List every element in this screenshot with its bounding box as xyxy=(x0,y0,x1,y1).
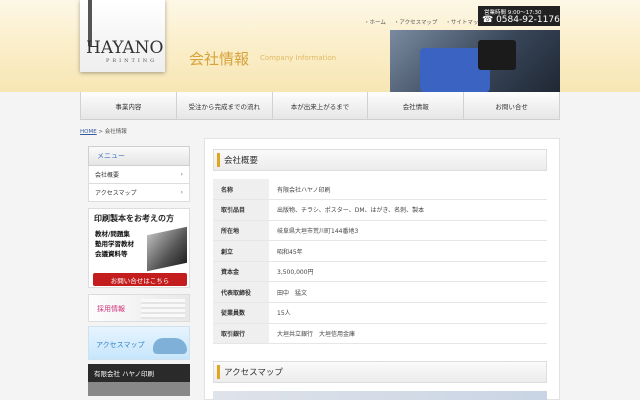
row-label: 代表取締役 xyxy=(213,281,269,304)
chevron-right-icon: › xyxy=(180,189,183,196)
table-row: 創立 昭和45年 xyxy=(213,240,547,262)
company-photo xyxy=(88,382,190,396)
recruit-banner-label: 採用情報 xyxy=(97,305,125,313)
table-row: 資本金 3,500,000円 xyxy=(213,261,547,283)
page-title: 会社情報 xyxy=(189,50,250,68)
breadcrumb: HOME > 会社情報 xyxy=(80,127,127,135)
row-value: 岐阜県大垣市荒川町144番地3 xyxy=(269,220,547,242)
company-name-bar: 有限会社 ハヤノ印刷 xyxy=(88,364,190,382)
book-stack-image xyxy=(147,226,187,272)
row-label: 名称 xyxy=(213,179,269,201)
sidebar-menu-title: メニュー xyxy=(88,146,190,166)
row-value: 昭和45年 xyxy=(269,240,547,262)
table-row: 所在地 岐阜県大垣市荒川町144番地3 xyxy=(213,220,547,242)
main-content: 会社概要 名称 有限会社ハヤノ印刷 取引品目 出版物、チラシ、ポスター、DM、はがき、… xyxy=(204,138,560,400)
recruit-banner[interactable]: 採用情報 xyxy=(88,294,190,322)
row-label: 創立 xyxy=(213,240,269,262)
contact-button[interactable]: お問い合せはこちら xyxy=(93,273,187,286)
nav-item-business[interactable]: 事業内容 xyxy=(80,92,177,119)
nav-item-bookmaking[interactable]: 本が出来上がるまで xyxy=(273,92,369,119)
row-label: 資本金 xyxy=(213,261,269,283)
row-value: 田中 猛文 xyxy=(269,281,547,304)
top-link-access[interactable]: ・アクセスマップ xyxy=(394,18,438,26)
banner-title: 印刷製本をお考えの方 xyxy=(94,213,174,223)
page: HAYANO PRINTING 会社情報 Company Information… xyxy=(0,0,640,400)
section-heading-access: アクセスマップ xyxy=(213,361,547,383)
table-row: 取引銀行 大垣共立銀行 大垣信用金庫 xyxy=(213,323,547,345)
contact-phone-box: 営業時間 9:00〜17:30 ☎ 0584-92-1176 xyxy=(478,6,560,26)
row-label: 取引品目 xyxy=(213,199,269,221)
banner-line: 会議資料等 xyxy=(95,250,128,258)
access-map-banner-label: アクセスマップ xyxy=(96,341,145,349)
sidebar-item-label: 会社概要 xyxy=(95,172,120,179)
banner-line: 教材/問題集 xyxy=(95,230,130,238)
sidebar-item-label: アクセスマップ xyxy=(95,190,137,197)
page-title-en: Company Information xyxy=(260,54,337,62)
breadcrumb-separator: > xyxy=(96,129,105,135)
global-nav: 事業内容 受注から完成までの流れ 本が出来上がるまで 会社情報 お問い合せ xyxy=(80,92,560,120)
printing-inquiry-banner[interactable]: 印刷製本をお考えの方 教材/問題集 塾用学習教材 会議資料等 お問い合せはこちら xyxy=(88,208,190,288)
phone-number: ☎ 0584-92-1176 xyxy=(482,15,560,25)
row-value: 15人 xyxy=(269,302,547,324)
logo-subtext: PRINTING xyxy=(106,58,158,64)
header-photo-panel xyxy=(478,40,516,70)
company-info-table: 名称 有限会社ハヤノ印刷 取引品目 出版物、チラシ、ポスター、DM、はがき、名刺、製本… xyxy=(213,179,547,345)
car-image xyxy=(153,338,187,354)
nav-item-flow[interactable]: 受注から完成までの流れ xyxy=(177,92,273,119)
table-row: 代表取締役 田中 猛文 xyxy=(213,281,547,304)
site-logo[interactable]: HAYANO PRINTING xyxy=(80,0,165,72)
access-map[interactable] xyxy=(213,391,547,400)
logo-text: HAYANO xyxy=(86,38,164,58)
recruit-banner-image xyxy=(141,299,185,319)
nav-item-company[interactable]: 会社情報 xyxy=(368,92,465,119)
row-value: 大垣共立銀行 大垣信用金庫 xyxy=(269,323,547,345)
row-value: 出版物、チラシ、ポスター、DM、はがき、名刺、製本 xyxy=(269,199,547,221)
row-value: 3,500,000円 xyxy=(269,261,547,283)
row-label: 取引銀行 xyxy=(213,323,269,345)
table-row: 取引品目 出版物、チラシ、ポスター、DM、はがき、名刺、製本 xyxy=(213,199,547,221)
nav-item-contact[interactable]: お問い合せ xyxy=(464,92,560,119)
breadcrumb-home[interactable]: HOME xyxy=(80,129,97,135)
table-row: 名称 有限会社ハヤノ印刷 xyxy=(213,179,547,201)
banner-line: 塾用学習教材 xyxy=(95,240,134,248)
banner-lines: 教材/問題集 塾用学習教材 会議資料等 xyxy=(95,229,134,259)
chevron-right-icon: › xyxy=(180,171,183,178)
row-label: 従業員数 xyxy=(213,302,269,324)
top-links: ・ホーム ・アクセスマップ ・サイトマップ xyxy=(364,18,484,26)
top-link-home[interactable]: ・ホーム xyxy=(364,18,386,26)
section-heading-overview: 会社概要 xyxy=(213,149,547,171)
row-value: 有限会社ハヤノ印刷 xyxy=(269,179,547,201)
sidebar-item-access[interactable]: アクセスマップ › xyxy=(88,184,190,202)
sidebar: メニュー 会社概要 › アクセスマップ › 印刷製本をお考えの方 教材/問題集 … xyxy=(88,146,190,396)
row-label: 所在地 xyxy=(213,220,269,242)
sidebar-item-overview[interactable]: 会社概要 › xyxy=(88,166,190,184)
table-row: 従業員数 15人 xyxy=(213,302,547,324)
breadcrumb-current: 会社情報 xyxy=(104,129,127,135)
header: HAYANO PRINTING 会社情報 Company Information… xyxy=(0,0,640,92)
access-map-banner[interactable]: アクセスマップ xyxy=(88,326,190,360)
